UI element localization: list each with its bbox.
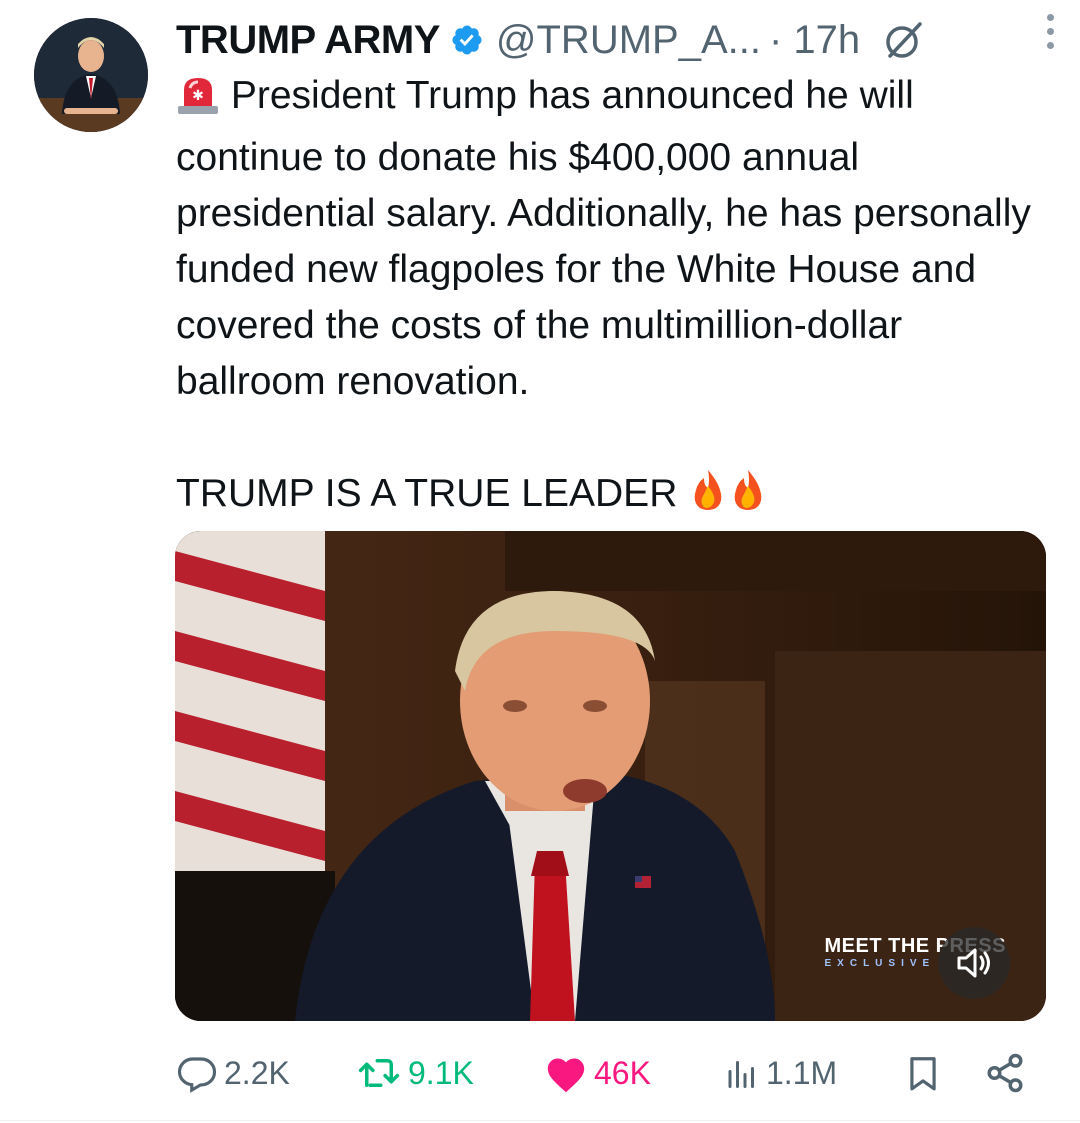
siren-emoji: ✱: [176, 74, 220, 130]
fire-emoji: [728, 468, 768, 528]
divider: [0, 1120, 1080, 1121]
reply-icon: [177, 1057, 217, 1093]
tweet-actions: 2.2K 9.1K 46K 1.1M: [176, 1048, 1046, 1098]
reply-count: 2.2K: [224, 1054, 290, 1091]
tweet-header: TRUMP ARMY @TRUMP_A... · 17h: [176, 12, 1060, 68]
fire-emoji: [688, 468, 728, 528]
heart-icon: [547, 1058, 585, 1093]
tweet-text: ✱ President Trump has announced he will …: [176, 68, 1056, 528]
tweet-timestamp[interactable]: · 17h: [769, 18, 860, 63]
repost-button[interactable]: 9.1K: [356, 1048, 474, 1098]
share-icon: [987, 1053, 1023, 1093]
author-avatar[interactable]: [34, 18, 148, 132]
author-name[interactable]: TRUMP ARMY: [176, 18, 440, 63]
view-count: 1.1M: [766, 1054, 838, 1091]
bookmark-button[interactable]: [904, 1048, 948, 1098]
more-options-icon[interactable]: [1047, 14, 1054, 49]
reply-button[interactable]: 2.2K: [176, 1048, 290, 1098]
repost-count: 9.1K: [408, 1054, 474, 1091]
share-button[interactable]: [984, 1048, 1032, 1098]
tweet-paragraph-2: TRUMP IS A TRUE LEADER: [176, 472, 678, 515]
grok-icon[interactable]: [882, 18, 926, 62]
views-button[interactable]: 1.1M: [724, 1048, 837, 1098]
tweet-video[interactable]: MEET THE PRESS EXCLUSIVE: [175, 531, 1046, 1021]
verified-badge-icon: [450, 23, 484, 57]
bookmark-icon: [910, 1057, 936, 1091]
svg-text:✱: ✱: [192, 88, 204, 104]
author-handle[interactable]: @TRUMP_A...: [496, 18, 761, 63]
views-icon: [728, 1061, 754, 1088]
tweet-paragraph-1: President Trump has announced he will co…: [176, 74, 1031, 403]
mute-icon: [955, 946, 993, 980]
retweet-icon: [358, 1059, 400, 1087]
mute-button[interactable]: [938, 927, 1010, 999]
like-button[interactable]: 46K: [544, 1048, 651, 1098]
like-count: 46K: [594, 1054, 651, 1091]
